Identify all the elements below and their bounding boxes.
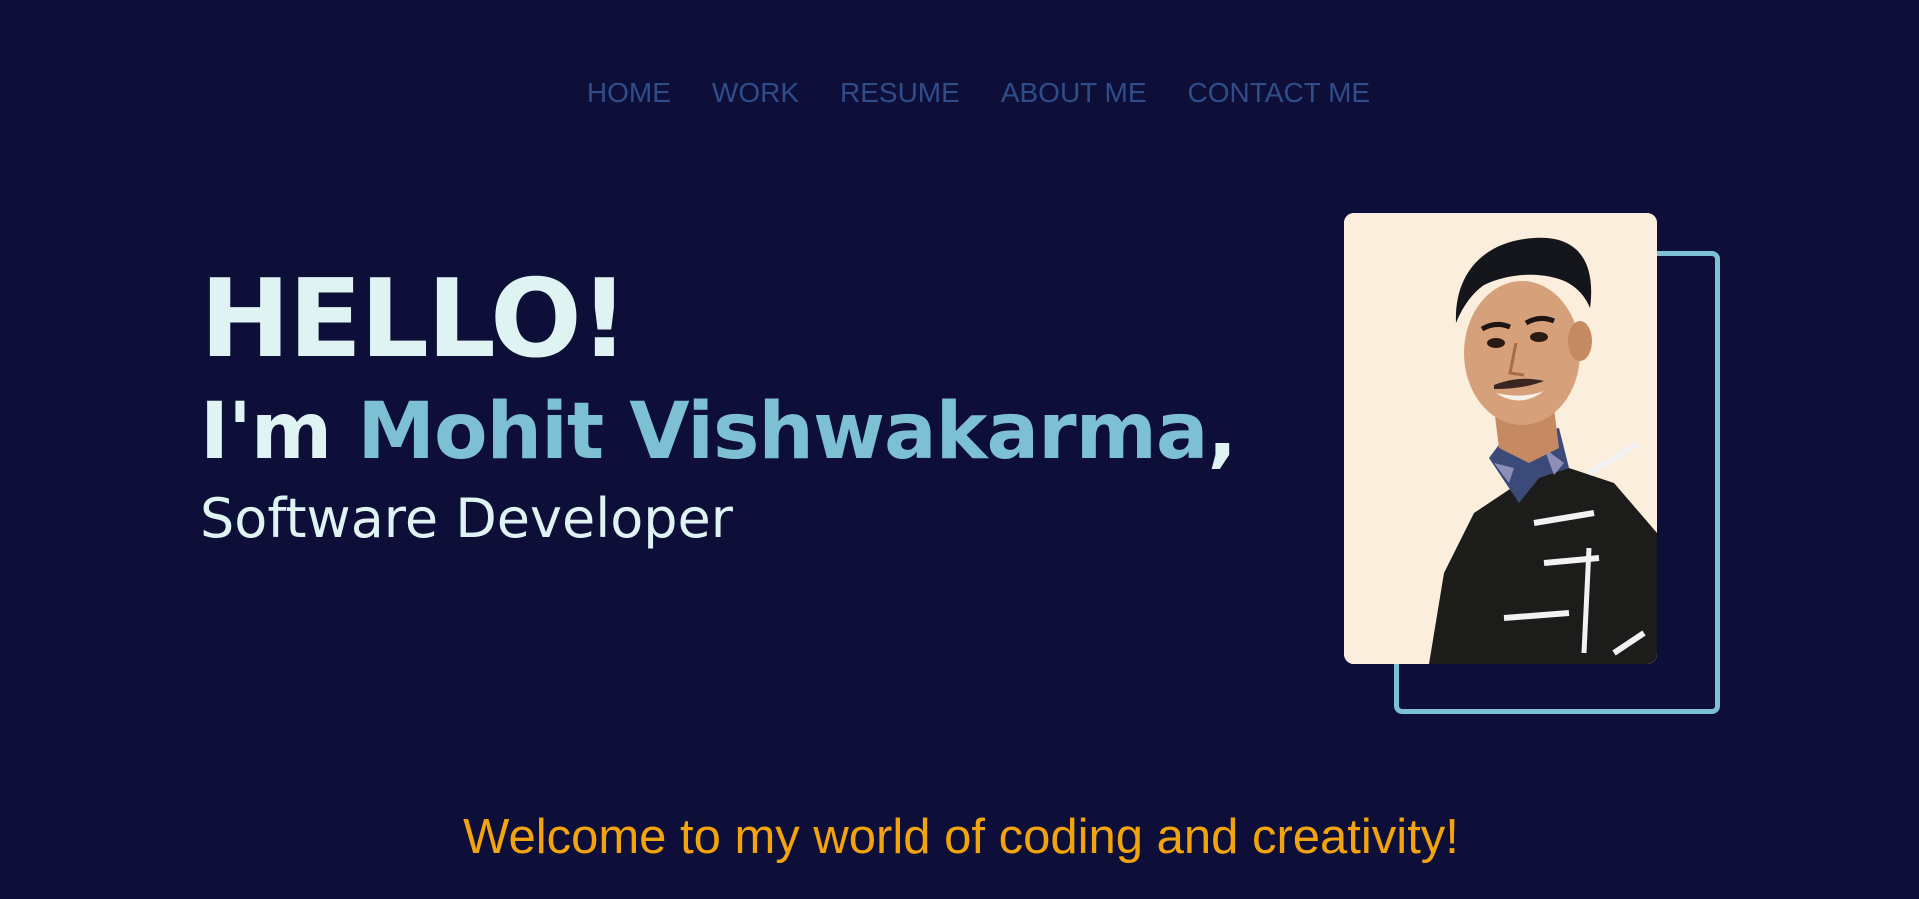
profile-photo <box>1344 213 1657 664</box>
nav-links: HOME WORK RESUME ABOUT ME CONTACT ME <box>587 75 1370 111</box>
nav-link-work[interactable]: WORK <box>712 75 799 111</box>
hero-role: Software Developer <box>200 487 733 550</box>
intro-prefix: I'm <box>200 387 358 477</box>
nav-link-about-me[interactable]: ABOUT ME <box>1001 75 1147 111</box>
hero-section: HELLO! I'm Mohit Vishwakarma, Software D… <box>200 257 1238 554</box>
hero-name: Mohit Vishwakarma <box>357 387 1208 477</box>
main-nav: HOME WORK RESUME ABOUT ME CONTACT ME <box>0 75 1919 111</box>
hero-intro: I'm Mohit Vishwakarma, <box>200 384 1238 480</box>
nav-link-contact-me[interactable]: CONTACT ME <box>1188 75 1371 111</box>
nav-link-home[interactable]: HOME <box>587 75 671 111</box>
hero-greeting: HELLO! <box>200 257 629 382</box>
person-photo-icon <box>1344 213 1657 664</box>
intro-suffix: , <box>1207 387 1238 477</box>
welcome-message: Welcome to my world of coding and creati… <box>463 810 1459 864</box>
nav-link-resume[interactable]: RESUME <box>840 75 960 111</box>
